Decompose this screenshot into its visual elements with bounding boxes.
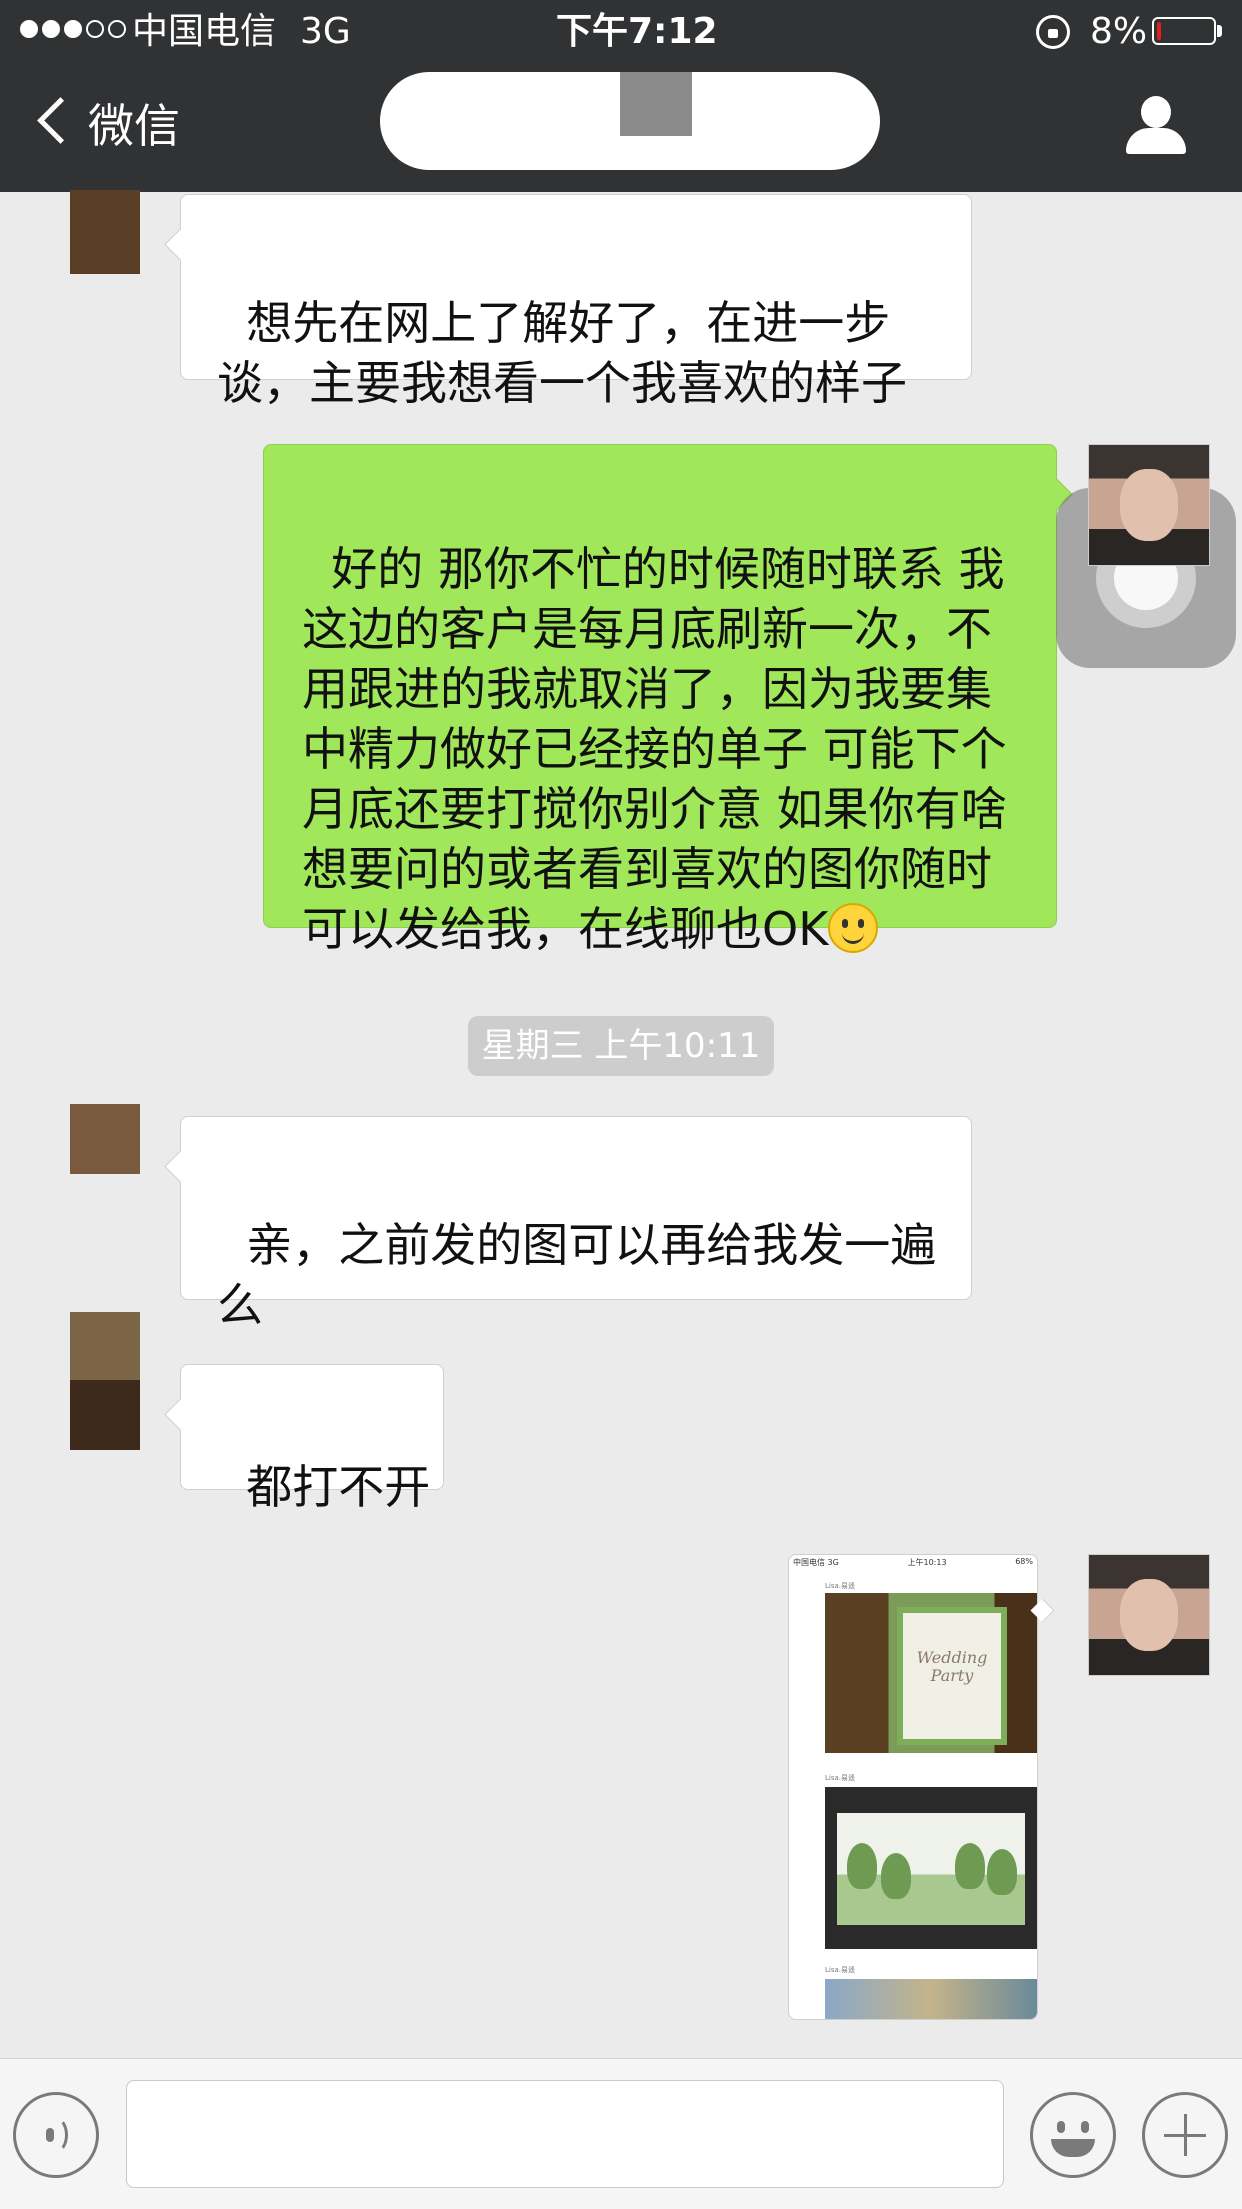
avatar-pixel <box>70 1104 140 1174</box>
tree-shape <box>987 1849 1017 1895</box>
emoji-icon[interactable] <box>1030 2092 1116 2178</box>
image-message[interactable]: 中国电信 3G 上午10:13 68% Lisa.易遥 Wedding Part… <box>788 1554 1038 2020</box>
avatar-pixel <box>70 1312 140 1380</box>
battery-percent: 8% <box>1090 11 1148 52</box>
avatar-pixel <box>70 190 140 274</box>
plus-icon[interactable] <box>1142 2092 1228 2178</box>
message-bubble-received[interactable]: 想先在网上了解好了，在进一步谈，主要我想看一个我喜欢的样子 <box>180 194 972 410</box>
contact-avatar[interactable] <box>70 1312 140 1450</box>
contact-avatar[interactable] <box>70 190 140 274</box>
thumb-photo-forest-backdrop <box>825 1787 1037 1949</box>
contact-info-button[interactable] <box>1126 96 1186 156</box>
thumb-sender: Lisa.易遥 <box>825 1774 856 1782</box>
signal-dot <box>86 20 104 38</box>
tree-shape <box>847 1843 877 1889</box>
my-avatar[interactable] <box>1088 1554 1210 1676</box>
signal-dot <box>20 20 38 38</box>
smile-emoji-icon <box>828 903 879 953</box>
message-bubble-received[interactable]: 亲，之前发的图可以再给我发一遍么 <box>180 1116 972 1332</box>
person-icon-head <box>1141 96 1171 128</box>
thumb-status-bar: 中国电信 3G 上午10:13 68% <box>793 1557 1033 1569</box>
voice-icon[interactable] <box>13 2092 99 2178</box>
thumb-sender: Lisa.易遥 <box>825 1966 856 1974</box>
signal-dot <box>108 20 126 38</box>
wedding-sign: Wedding Party <box>897 1607 1007 1745</box>
tree-shape <box>955 1843 985 1889</box>
message-bubble-sent[interactable]: 好的 那你不忙的时候随时联系 我这边的客户是每月底刷新一次，不用跟进的我就取消了… <box>263 444 1057 956</box>
thumb-carrier: 中国电信 3G <box>793 1558 839 1567</box>
battery-icon <box>1152 17 1216 45</box>
signal-strength-icon <box>20 20 126 38</box>
contact-avatar[interactable] <box>70 1104 140 1174</box>
signal-dot <box>42 20 60 38</box>
timestamp-divider: 星期三 上午10:11 <box>468 1016 774 1076</box>
status-time: 下午7:12 <box>556 11 718 52</box>
forest-painting <box>837 1813 1025 1925</box>
thumb-battery: 68% <box>1015 1557 1033 1566</box>
thumb-photo-venue <box>825 1979 1037 2019</box>
rotation-lock-icon <box>1036 15 1070 49</box>
message-text: 都打不开 <box>246 1460 431 1514</box>
thumb-sender: Lisa.易遥 <box>825 1582 856 1590</box>
avatar-pixel <box>70 1380 140 1450</box>
signal-dot <box>64 20 82 38</box>
message-text: 想先在网上了解好了，在进一步谈，主要我想看一个我喜欢的样子 <box>217 296 907 410</box>
message-text: 亲，之前发的图可以再给我发一遍么 <box>217 1218 937 1332</box>
avatar-face <box>1120 1579 1178 1651</box>
person-icon-body <box>1126 128 1186 154</box>
carrier-label: 中国电信 <box>132 11 277 52</box>
redacted-title-block <box>620 72 692 136</box>
message-text: 好的 那你不忙的时候随时联系 我这边的客户是每月底刷新一次，不用跟进的我就取消了… <box>302 542 1007 956</box>
battery-fill <box>1157 22 1161 40</box>
thumb-time: 上午10:13 <box>907 1558 947 1567</box>
my-avatar[interactable] <box>1088 444 1210 566</box>
message-input[interactable] <box>126 2080 1004 2188</box>
network-label: 3G <box>300 11 351 52</box>
wedding-sign-text: Wedding Party <box>916 1648 988 1685</box>
back-label[interactable]: 微信 <box>88 96 180 156</box>
tree-shape <box>881 1853 911 1899</box>
avatar-face <box>1120 469 1178 541</box>
battery-nub <box>1217 25 1222 37</box>
message-bubble-received[interactable]: 都打不开 <box>180 1364 444 1514</box>
thumb-photo-wedding-sign: Wedding Party <box>825 1593 1037 1753</box>
